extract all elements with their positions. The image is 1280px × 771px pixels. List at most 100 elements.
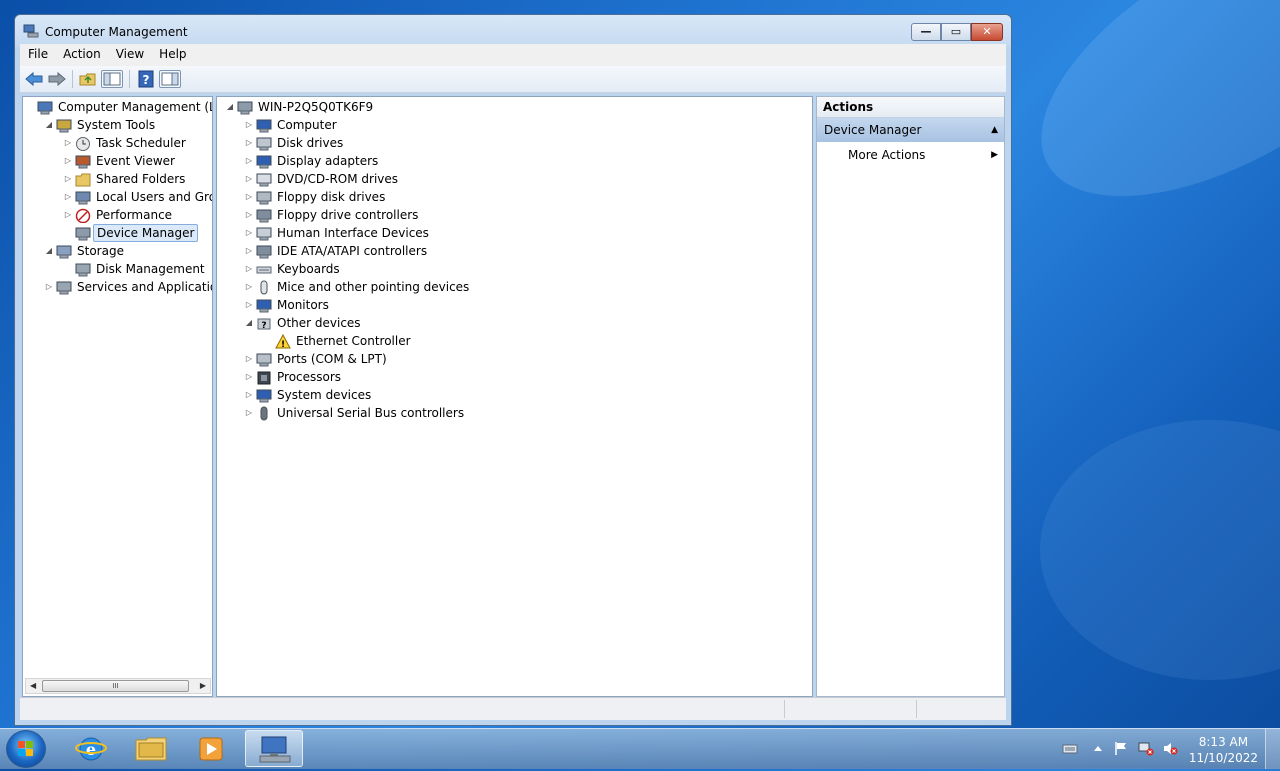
device-tree-item[interactable]: ▷ Ports (COM & LPT) bbox=[217, 350, 812, 368]
taskbar-computer-management[interactable] bbox=[245, 730, 303, 767]
status-cell bbox=[784, 700, 915, 718]
menu-view[interactable]: View bbox=[108, 44, 151, 61]
console-tree-label: Local Users and Groups bbox=[96, 190, 212, 204]
console-tree-item[interactable]: Disk Management bbox=[23, 260, 212, 278]
console-tree-item[interactable]: ▷ Services and Applications bbox=[23, 278, 212, 296]
device-tree-item[interactable]: ▷ System devices bbox=[217, 386, 812, 404]
console-tree-label: Shared Folders bbox=[96, 172, 186, 186]
computer-management-icon bbox=[259, 736, 291, 763]
forward-arrow-icon[interactable] bbox=[47, 70, 67, 88]
expand-toggle-icon[interactable]: ▷ bbox=[244, 170, 254, 188]
taskbar-media-player[interactable] bbox=[182, 730, 240, 767]
console-tree-label: Device Manager bbox=[93, 224, 199, 242]
device-tree-item[interactable]: ▷ Mice and other pointing devices bbox=[217, 278, 812, 296]
show-hide-console-tree-button[interactable] bbox=[101, 70, 123, 88]
horizontal-scrollbar[interactable]: ◀ III ▶ bbox=[25, 678, 211, 694]
device-tree-item[interactable]: ▷ DVD/CD-ROM drives bbox=[217, 170, 812, 188]
expand-toggle-icon[interactable]: ◢ bbox=[244, 314, 254, 332]
expand-toggle-icon[interactable]: ▷ bbox=[244, 206, 254, 224]
windows-logo-icon bbox=[18, 741, 33, 756]
console-tree-item[interactable]: ▷ Event Viewer bbox=[23, 152, 212, 170]
menu-action[interactable]: Action bbox=[55, 44, 108, 61]
expand-toggle-icon[interactable]: ▷ bbox=[244, 368, 254, 386]
device-tree-item[interactable]: ▷ Disk drives bbox=[217, 134, 812, 152]
show-hide-action-pane-button[interactable] bbox=[159, 70, 181, 88]
close-button[interactable]: ✕ bbox=[971, 23, 1003, 41]
device-tree-item[interactable]: ▷ Human Interface Devices bbox=[217, 224, 812, 242]
device-tree-item[interactable]: ▷ IDE ATA/ATAPI controllers bbox=[217, 242, 812, 260]
menu-file[interactable]: File bbox=[20, 44, 55, 61]
console-tree-item[interactable]: ▷ Task Scheduler bbox=[23, 134, 212, 152]
console-tree-item[interactable]: ◢ System Tools bbox=[23, 116, 212, 134]
device-tree-item[interactable]: ◢? Other devices bbox=[217, 314, 812, 332]
expand-toggle-icon[interactable]: ▷ bbox=[244, 242, 254, 260]
device-tree-item[interactable]: ▷ Keyboards bbox=[217, 260, 812, 278]
expand-toggle-icon[interactable]: ▷ bbox=[244, 350, 254, 368]
mouse-icon bbox=[260, 280, 268, 295]
menu-help[interactable]: Help bbox=[151, 44, 193, 61]
device-tree-item[interactable]: ▷ Floppy drive controllers bbox=[217, 206, 812, 224]
show-desktop-button[interactable] bbox=[1265, 729, 1280, 769]
console-tree-item[interactable]: ▷ Local Users and Groups bbox=[23, 188, 212, 206]
expand-toggle-icon[interactable]: ▷ bbox=[244, 224, 254, 242]
scroll-left-icon[interactable]: ◀ bbox=[30, 679, 36, 693]
console-tree-item[interactable]: ▷ Shared Folders bbox=[23, 170, 212, 188]
maximize-button[interactable]: ▭ bbox=[941, 23, 971, 41]
expand-toggle-icon[interactable]: ▷ bbox=[244, 260, 254, 278]
media-player-icon bbox=[199, 737, 223, 761]
taskbar-windows-explorer[interactable] bbox=[122, 730, 180, 767]
minimize-button[interactable]: — bbox=[911, 23, 941, 41]
expand-toggle-icon[interactable]: ▷ bbox=[244, 188, 254, 206]
folder-icon bbox=[135, 737, 167, 761]
expand-toggle-icon[interactable]: ▷ bbox=[63, 206, 73, 224]
expand-toggle-icon[interactable]: ◢ bbox=[44, 116, 54, 134]
up-folder-icon[interactable] bbox=[78, 70, 98, 88]
device-tree-item[interactable]: ▷ Monitors bbox=[217, 296, 812, 314]
actions-section-label: Device Manager bbox=[824, 123, 922, 137]
network-disconnected-icon[interactable] bbox=[1138, 741, 1154, 756]
taskbar-internet-explorer[interactable]: e bbox=[62, 730, 120, 767]
collapse-icon[interactable]: ▲ bbox=[991, 118, 998, 142]
expand-toggle-icon[interactable]: ▷ bbox=[244, 116, 254, 134]
expand-toggle-icon[interactable]: ▷ bbox=[244, 386, 254, 404]
expand-toggle-icon[interactable]: ▷ bbox=[244, 296, 254, 314]
more-actions-item[interactable]: More Actions ▶ bbox=[848, 145, 1004, 165]
console-tree-item[interactable]: ◢ Storage bbox=[23, 242, 212, 260]
device-tree-item[interactable]: ▷ Universal Serial Bus controllers bbox=[217, 404, 812, 422]
expand-toggle-icon[interactable]: ▷ bbox=[63, 152, 73, 170]
start-button[interactable] bbox=[6, 730, 46, 768]
expand-toggle-icon[interactable]: ◢ bbox=[44, 242, 54, 260]
console-tree-item[interactable]: Device Manager bbox=[23, 224, 212, 242]
expand-toggle-icon[interactable]: ▷ bbox=[63, 134, 73, 152]
title-bar[interactable]: Computer Management — ▭ ✕ bbox=[15, 15, 1011, 47]
console-tree-item[interactable]: Computer Management (Local bbox=[23, 98, 212, 116]
action-center-flag-icon[interactable] bbox=[1113, 741, 1129, 756]
expand-toggle-icon[interactable]: ▷ bbox=[244, 278, 254, 296]
expand-toggle-icon[interactable]: ▷ bbox=[244, 152, 254, 170]
back-arrow-icon[interactable] bbox=[24, 70, 44, 88]
device-tree-item[interactable]: ▷ Floppy disk drives bbox=[217, 188, 812, 206]
keyboard-language-icon[interactable] bbox=[1062, 741, 1078, 756]
expand-toggle-icon[interactable]: ▷ bbox=[244, 134, 254, 152]
device-tree-item[interactable]: ! Ethernet Controller bbox=[217, 332, 812, 350]
expand-toggle-icon[interactable]: ◢ bbox=[225, 98, 235, 116]
clock[interactable]: 8:13 AM 11/10/2022 bbox=[1189, 734, 1258, 766]
show-hidden-icons-icon[interactable] bbox=[1090, 741, 1106, 756]
expand-toggle-icon[interactable]: ▷ bbox=[44, 278, 54, 296]
scroll-right-icon[interactable]: ▶ bbox=[200, 679, 206, 693]
device-tree-item[interactable]: ▷ Display adapters bbox=[217, 152, 812, 170]
volume-muted-icon[interactable] bbox=[1162, 741, 1178, 756]
scrollbar-thumb[interactable]: III bbox=[42, 680, 189, 692]
expand-toggle-icon[interactable]: ▷ bbox=[63, 188, 73, 206]
device-tree-item[interactable]: ▷ Processors bbox=[217, 368, 812, 386]
help-icon[interactable]: ? bbox=[136, 70, 156, 88]
expand-toggle-icon[interactable]: ▷ bbox=[63, 170, 73, 188]
disk-icon bbox=[75, 263, 91, 277]
device-tree-item[interactable]: ▷ Computer bbox=[217, 116, 812, 134]
console-tree-item[interactable]: ▷ Performance bbox=[23, 206, 212, 224]
device-tree-item[interactable]: ◢ WIN-P2Q5Q0TK6F9 bbox=[217, 98, 812, 116]
port-icon bbox=[256, 353, 272, 367]
console-tree-label: Computer Management (Local bbox=[58, 100, 212, 114]
actions-section-device-manager[interactable]: Device Manager ▲ bbox=[817, 118, 1004, 142]
expand-toggle-icon[interactable]: ▷ bbox=[244, 404, 254, 422]
